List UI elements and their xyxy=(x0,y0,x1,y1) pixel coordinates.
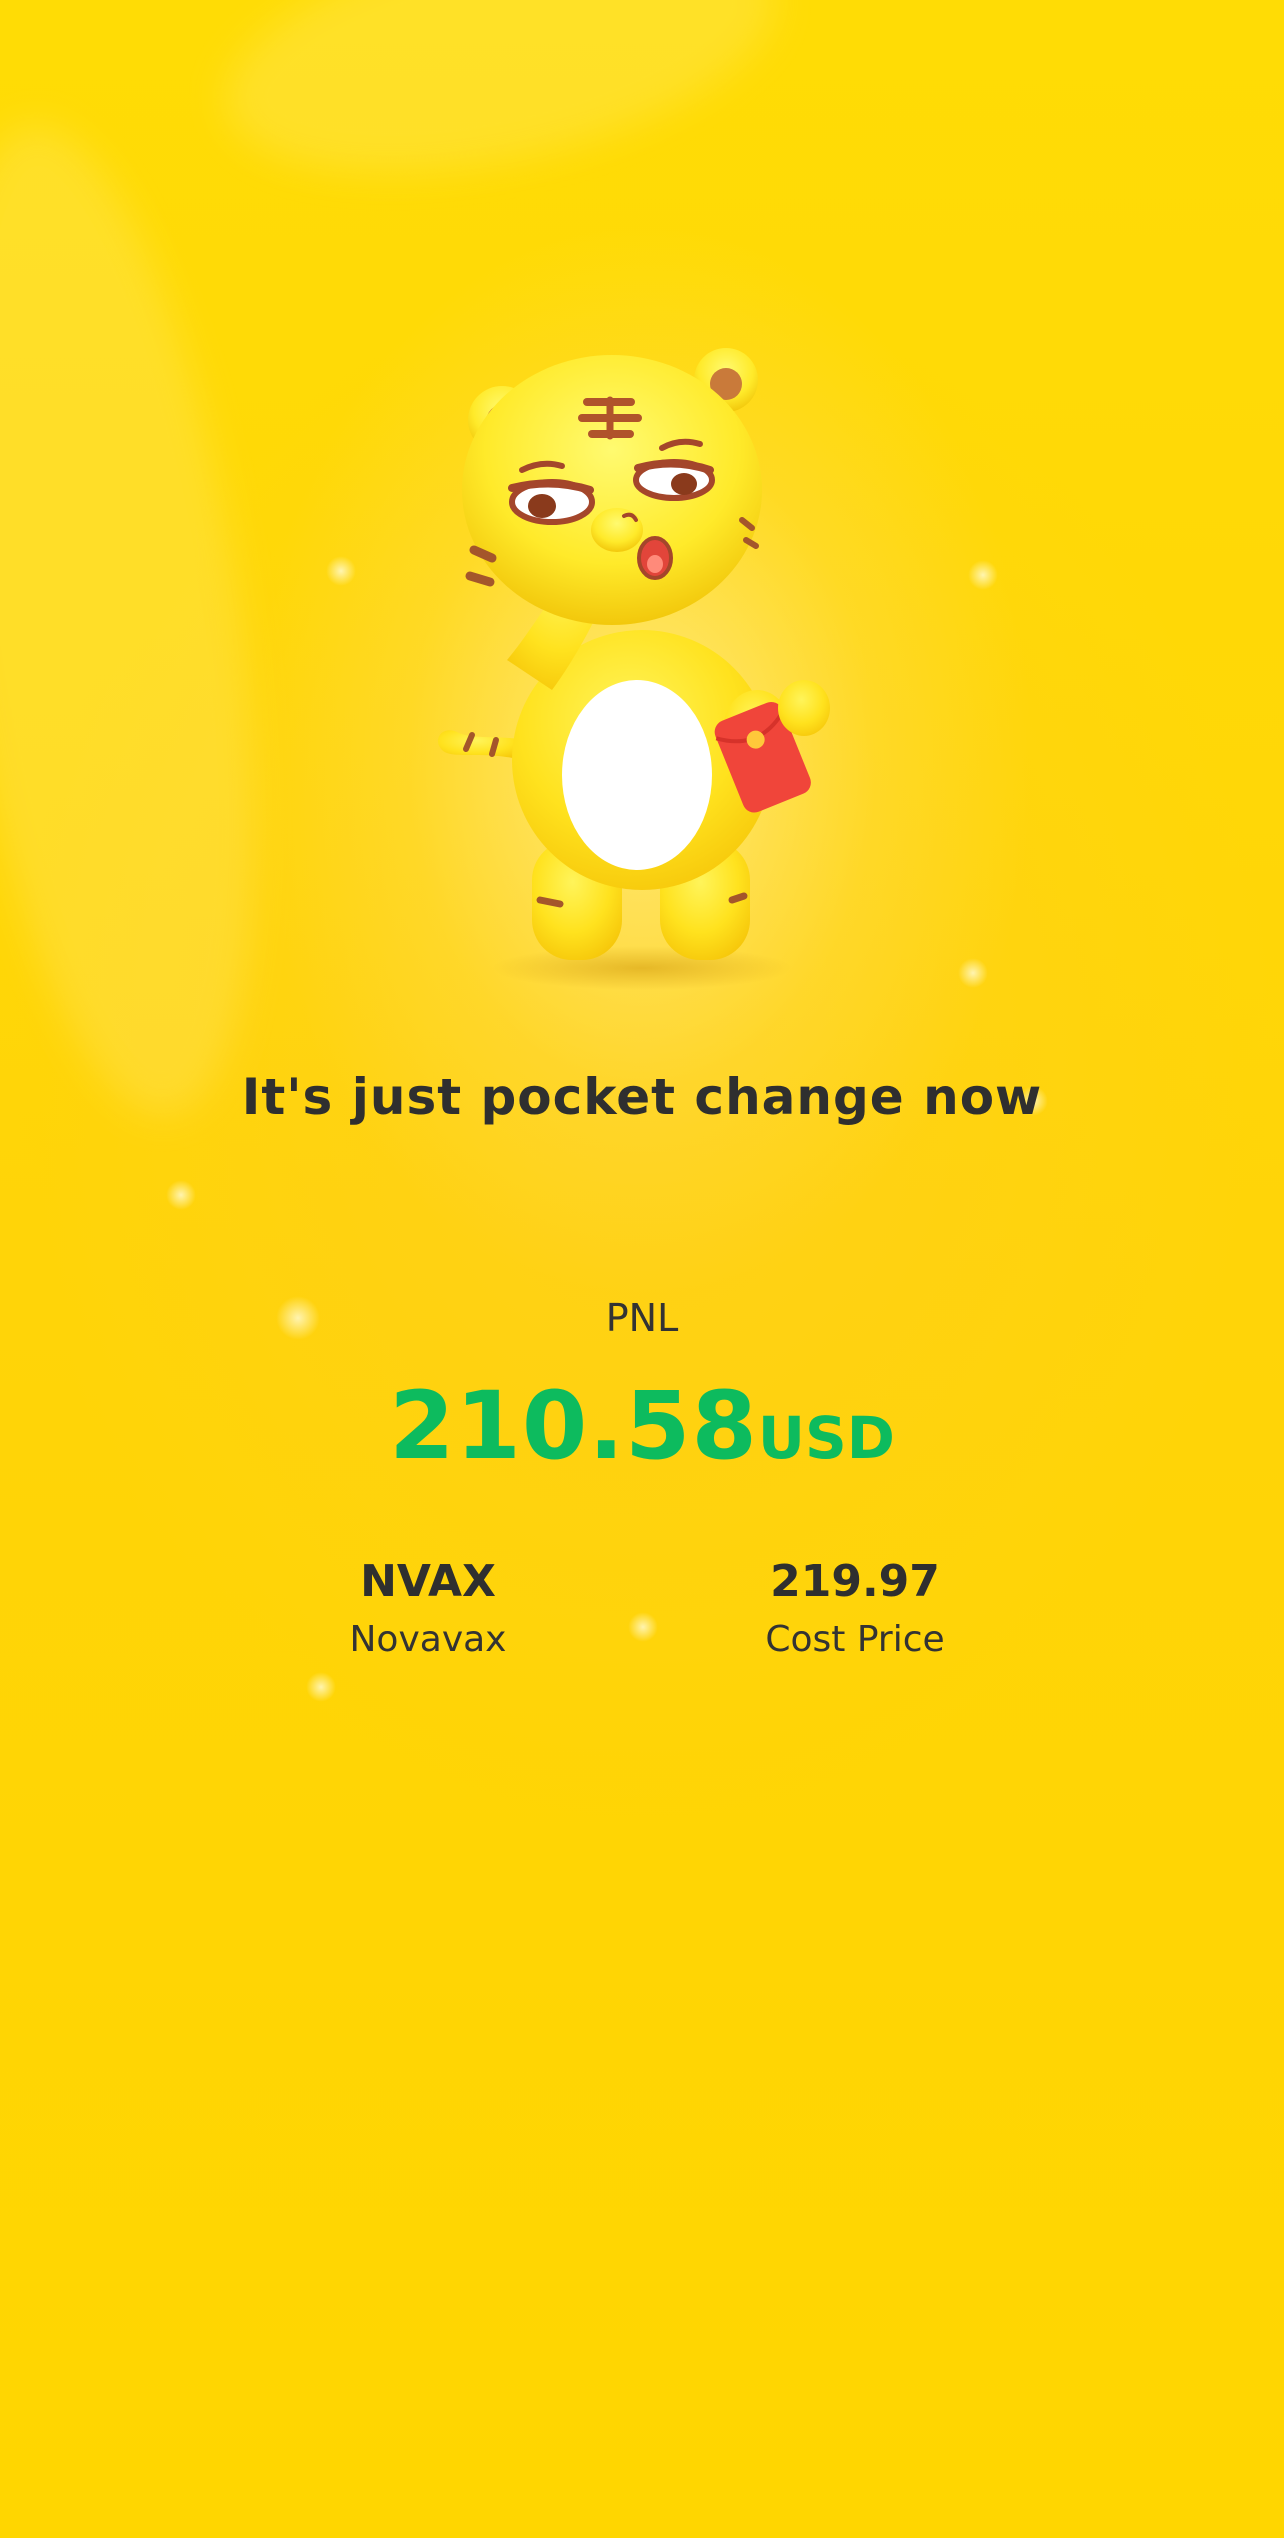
cost-price-value: 219.97 xyxy=(770,1556,940,1607)
sparkle xyxy=(166,1180,196,1210)
cost-price-label: Cost Price xyxy=(765,1619,945,1660)
pnl-currency: USD xyxy=(757,1404,895,1472)
sparkle xyxy=(306,1672,336,1702)
sparkle xyxy=(628,1612,658,1642)
pnl-value: 210.58 xyxy=(389,1372,758,1481)
stock-name: Novavax xyxy=(349,1619,507,1660)
cost-price-stat: 219.97 Cost Price xyxy=(675,1552,1035,1668)
tiger-mascot-icon xyxy=(437,348,830,990)
stock-ticker: NVAX xyxy=(360,1556,496,1607)
pnl-label: PNL xyxy=(605,1296,679,1340)
sparkle xyxy=(968,560,998,590)
sparkle xyxy=(326,556,356,586)
headline: It's just pocket change now xyxy=(241,1068,1043,1126)
sparkle xyxy=(958,958,988,988)
stock-stat: NVAX Novavax xyxy=(248,1552,608,1668)
pnl-value-row: 210.58USD xyxy=(0,1372,1284,1481)
